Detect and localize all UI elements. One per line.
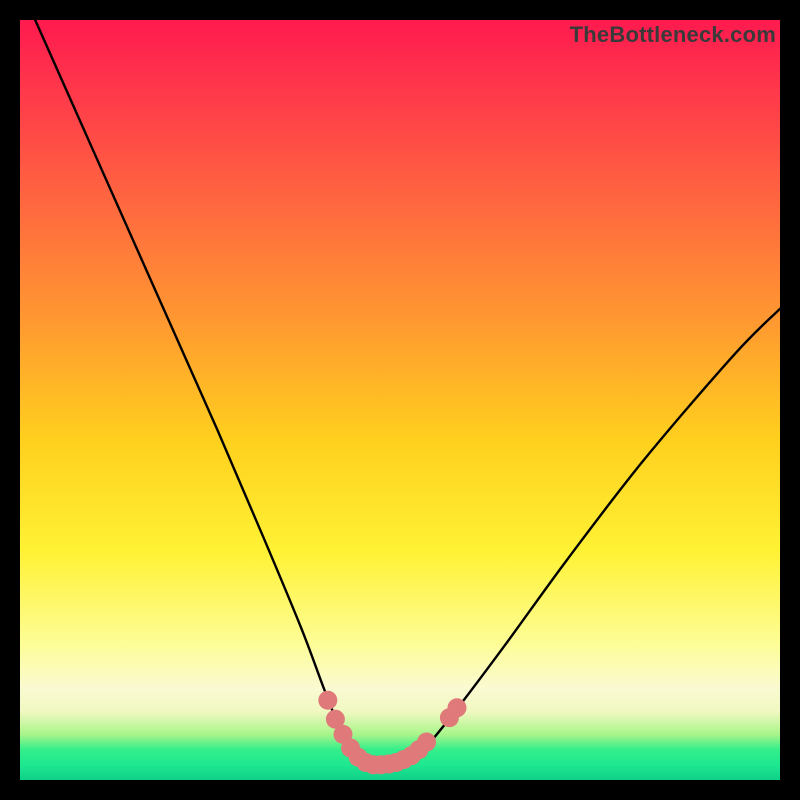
highlight-dots-group bbox=[318, 691, 466, 775]
highlight-dot bbox=[448, 698, 467, 717]
chart-svg bbox=[20, 20, 780, 780]
bottleneck-curve-path bbox=[35, 20, 780, 765]
highlight-dot bbox=[417, 733, 436, 752]
highlight-dot bbox=[318, 691, 337, 710]
chart-frame: TheBottleneck.com bbox=[0, 0, 800, 800]
